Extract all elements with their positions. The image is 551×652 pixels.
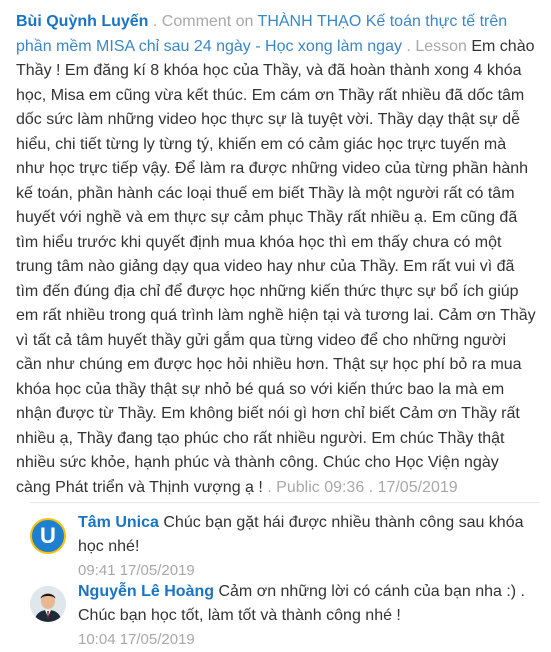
comment-body: Em chào Thầy ! Em đăng kí 8 khóa học của… [16,37,536,496]
unica-logo-icon[interactable]: U [30,518,66,554]
reply-time: 10:04 17/05/2019 [78,631,195,648]
lesson-label: . Lesson [401,37,472,55]
reply-content: Tâm Unica Chúc bạn gặt hái được nhiều th… [78,511,540,583]
replies-divider [30,502,540,503]
comment-meta-prefix: . Comment on [148,13,258,30]
comment-block: Bùi Quỳnh Luyến . Comment on THÀNH THẠO … [16,10,536,500]
comment-author-link[interactable]: Bùi Quỳnh Luyến [16,13,148,30]
reply-item: Nguyễn Lê Hoàng Cảm ơn những lời có cánh… [30,578,540,648]
user-photo-icon[interactable] [30,586,66,622]
reply-time: 09:41 17/05/2019 [78,562,195,579]
comment-status: . Public 09:36 . [262,478,378,496]
reply-content: Nguyễn Lê Hoàng Cảm ơn những lời có cánh… [78,580,540,652]
reply-author-link[interactable]: Nguyễn Lê Hoàng [78,583,214,600]
user-photo-svg [30,586,66,622]
reply-author-link[interactable]: Tâm Unica [78,514,159,531]
reply-item: U Tâm Unica Chúc bạn gặt hái được nhiều … [30,510,540,580]
avatar-letter: U [40,523,56,548]
comment-date: 17/05/2019 [377,478,458,496]
